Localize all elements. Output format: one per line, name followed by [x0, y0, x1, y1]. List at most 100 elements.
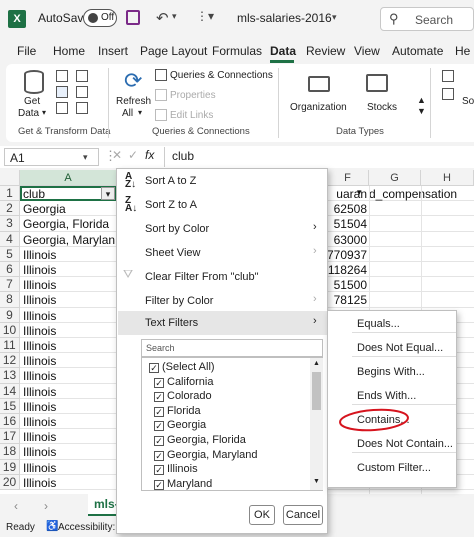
filter-value-label[interactable]: Florida: [167, 405, 201, 417]
column-header-g[interactable]: G: [369, 170, 421, 186]
filter-value-label[interactable]: Georgia, Maryland: [167, 449, 258, 461]
cell-a[interactable]: Illinois: [23, 461, 115, 475]
list-scrollbar[interactable]: ▲ ▼: [310, 358, 323, 490]
row-header[interactable]: 19: [0, 459, 20, 475]
refresh-icon[interactable]: ⟳: [124, 68, 142, 94]
filter-ends-with[interactable]: Ends With...: [357, 390, 416, 402]
chevron-down-icon[interactable]: ▾: [42, 108, 46, 117]
row-header[interactable]: 17: [0, 429, 20, 445]
tab-file[interactable]: File: [17, 44, 36, 58]
cell-a[interactable]: Illinois: [23, 445, 115, 459]
data-types-gallery-down-icon[interactable]: ▼: [417, 106, 426, 116]
scroll-up-icon[interactable]: ▲: [313, 360, 320, 367]
get-data-label-2[interactable]: Data: [18, 108, 39, 119]
ok-button[interactable]: OK: [249, 505, 275, 525]
cell-f[interactable]: 51504: [327, 217, 367, 231]
save-icon[interactable]: [126, 10, 140, 25]
tab-formulas[interactable]: Formulas: [212, 44, 262, 58]
cell-f[interactable]: 62508: [327, 202, 367, 216]
filter-checkbox[interactable]: ✓: [154, 465, 164, 476]
cell-a[interactable]: Georgia: [23, 202, 115, 216]
cell-a[interactable]: Illinois: [23, 369, 115, 383]
cell-a[interactable]: Illinois: [23, 476, 115, 490]
sheet-tab[interactable]: mls-: [88, 494, 119, 516]
chevron-down-icon[interactable]: ▾: [138, 108, 142, 117]
sort-by-color[interactable]: Sort by Color: [145, 223, 209, 235]
cancel-icon[interactable]: ✕: [112, 148, 122, 162]
filter-does-not-equal[interactable]: Does Not Equal...: [357, 342, 443, 354]
filter-search-input[interactable]: Search: [141, 339, 323, 357]
text-csv-icon[interactable]: [56, 70, 68, 82]
filter-checkbox[interactable]: ✓: [154, 406, 164, 417]
refresh-all-label-2[interactable]: All: [122, 108, 133, 119]
row-header[interactable]: 4: [0, 231, 20, 247]
filter-equals[interactable]: Equals...: [357, 318, 400, 330]
scroll-down-icon[interactable]: ▼: [313, 478, 320, 485]
cell-a[interactable]: Illinois: [23, 385, 115, 399]
row-header[interactable]: 12: [0, 353, 20, 369]
filter-checkbox[interactable]: ✓: [154, 436, 164, 446]
filter-value-label[interactable]: Illinois: [167, 463, 198, 475]
filter-checkbox[interactable]: ✓: [154, 479, 164, 490]
cell-a[interactable]: Illinois: [23, 400, 115, 414]
row-header[interactable]: 6: [0, 262, 20, 278]
organization-button[interactable]: Organization: [290, 102, 347, 113]
filter-begins-with[interactable]: Begins With...: [357, 366, 425, 378]
get-data-button[interactable]: Get: [24, 96, 40, 107]
from-table-icon[interactable]: [56, 102, 68, 114]
stocks-icon[interactable]: [366, 74, 388, 92]
sort-button[interactable]: So: [462, 96, 474, 107]
search-box[interactable]: ⚲ Search: [380, 7, 474, 31]
filter-value-label[interactable]: Georgia: [167, 419, 206, 431]
undo-icon[interactable]: ↶: [156, 9, 169, 27]
filter-value-label[interactable]: Colorado: [167, 390, 212, 402]
enter-icon[interactable]: ✓: [128, 148, 138, 162]
cell-a[interactable]: Illinois: [23, 278, 115, 292]
cell-a[interactable]: Illinois: [23, 339, 115, 353]
cell-f[interactable]: 51500: [327, 278, 367, 292]
cell-a[interactable]: Illinois: [23, 354, 115, 368]
sort-z-to-a[interactable]: Sort Z to A: [145, 199, 197, 211]
filter-checkbox[interactable]: ✓: [154, 421, 164, 432]
row-header[interactable]: 8: [0, 292, 20, 308]
row-header[interactable]: 3: [0, 216, 20, 232]
cell-a[interactable]: Illinois: [23, 293, 115, 307]
tab-data[interactable]: Data: [270, 44, 296, 58]
existing-connections-icon[interactable]: [76, 102, 88, 114]
cell-a[interactable]: Illinois: [23, 415, 115, 429]
data-types-gallery-up-icon[interactable]: ▲: [417, 95, 426, 105]
row-header[interactable]: 7: [0, 277, 20, 293]
tab-insert[interactable]: Insert: [98, 44, 128, 58]
cell-f[interactable]: 770937.5: [327, 248, 367, 262]
cancel-button[interactable]: Cancel: [283, 505, 323, 525]
tab-view[interactable]: View: [354, 44, 380, 58]
insert-function-icon[interactable]: fx: [145, 148, 154, 162]
cell-a[interactable]: Georgia, Maryland: [23, 233, 115, 247]
filter-checkbox[interactable]: ✓: [154, 377, 164, 388]
column-header-a[interactable]: A: [20, 170, 117, 186]
row-header[interactable]: 10: [0, 322, 20, 338]
filter-value-label[interactable]: (Select All): [162, 361, 215, 373]
cell-f[interactable]: 78125: [327, 293, 367, 307]
cell-a[interactable]: Georgia, Florida: [23, 217, 115, 231]
row-header[interactable]: 11: [0, 338, 20, 354]
tab-page-layout[interactable]: Page Layout: [140, 44, 207, 58]
customize-toolbar-icon[interactable]: ⋮▾: [196, 9, 214, 23]
filter-does-not-contain[interactable]: Does Not Contain...: [357, 438, 453, 450]
scroll-left-icon[interactable]: ‹: [14, 499, 18, 513]
select-all-corner[interactable]: [0, 170, 20, 186]
recent-sources-icon[interactable]: [76, 86, 88, 98]
row-header[interactable]: 2: [0, 201, 20, 217]
sort-a-to-z[interactable]: Sort A to Z: [145, 175, 196, 187]
column-header-f[interactable]: F: [327, 170, 369, 186]
row-header[interactable]: 5: [0, 246, 20, 262]
filter-value-label[interactable]: Maryland: [167, 478, 212, 490]
sort-az-icon[interactable]: [442, 70, 454, 82]
row-header[interactable]: 9: [0, 307, 20, 323]
row-header[interactable]: 1: [0, 186, 20, 202]
column-header-h[interactable]: H: [421, 170, 474, 186]
cell-a[interactable]: Illinois: [23, 309, 115, 323]
tab-automate[interactable]: Automate: [392, 44, 443, 58]
filter-value-list[interactable]: ✓ (Select All) ✓ California ✓ Colorado ✓ Florid…: [141, 357, 323, 491]
chevron-down-icon[interactable]: ▾: [83, 152, 88, 163]
